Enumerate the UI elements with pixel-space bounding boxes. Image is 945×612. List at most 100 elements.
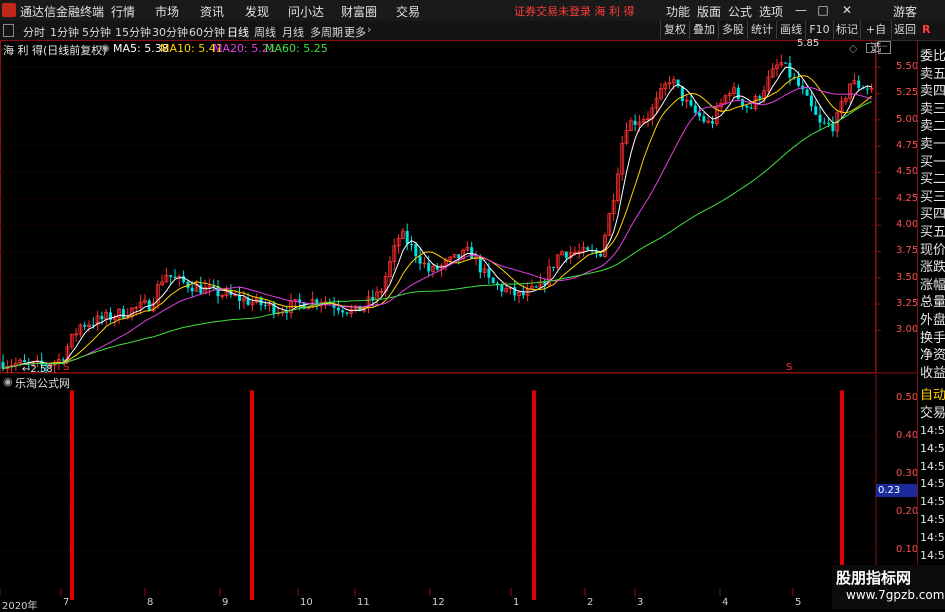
candle-body-down <box>857 80 861 88</box>
toolbar-f10-button[interactable]: F10 <box>805 21 833 39</box>
menu-item-options[interactable]: 选项 <box>759 3 783 20</box>
quote-field-label: 卖一 <box>920 137 945 152</box>
quote-field-label: 买三 <box>920 189 945 205</box>
menu-item-trade[interactable]: 交易 <box>396 3 420 20</box>
period-tab-weekly[interactable]: 周线 <box>254 24 276 40</box>
zoom-minus-icon[interactable]: − <box>878 41 891 54</box>
toolbar-add-favorite-button[interactable]: +自选 <box>860 21 891 54</box>
candle-body-down <box>736 87 740 99</box>
candle-body-down <box>814 106 818 115</box>
candle-body-down <box>83 324 87 327</box>
date-axis-tick: 4 <box>722 597 729 608</box>
menu-item-news[interactable]: 资讯 <box>200 3 224 20</box>
quote-field-label: 买一 <box>920 154 945 170</box>
menu-item-wealth[interactable]: 财富圈 <box>341 3 377 20</box>
period-tab-daily[interactable]: 日线 <box>227 24 249 40</box>
quote-field-label: 卖三 <box>920 101 945 117</box>
period-tab-multi[interactable]: 多周期 <box>310 24 343 40</box>
date-axis-tick: 5 <box>795 597 802 608</box>
candle-body-down <box>190 287 194 292</box>
toolbar-stats-button[interactable]: 统计 <box>747 21 776 39</box>
period-tab-1min[interactable]: 1分钟 <box>50 24 79 40</box>
toolbar-overlay-button[interactable]: 叠加 <box>689 21 718 39</box>
date-axis-tick: 7 <box>63 597 70 608</box>
price-axis-tick: 5.00 <box>896 113 919 125</box>
high-price-label: 5.85 <box>797 38 820 50</box>
minimize-icon[interactable]: — <box>792 2 810 18</box>
period-tab-intraday[interactable]: 分时 <box>23 24 45 40</box>
period-tab-60min[interactable]: 60分钟 <box>189 24 225 40</box>
trade-tab[interactable]: 交易 <box>920 402 945 421</box>
signal-marker-2: S <box>786 362 793 373</box>
toolbar-back-button[interactable]: 返回 <box>891 21 918 39</box>
period-tab-monthly[interactable]: 月线 <box>282 24 304 40</box>
indicator-axis-tick: 0.30 <box>896 468 919 479</box>
candle-body-down <box>500 285 504 292</box>
low-price-value: 2.58 <box>30 364 53 376</box>
candle-body-down <box>749 107 753 109</box>
period-tab-more[interactable]: 更多 <box>344 24 366 40</box>
quote-field-label: 买五 <box>920 225 945 240</box>
menu-item-functions[interactable]: 功能 <box>666 3 690 20</box>
date-axis-tick: 11 <box>357 597 370 608</box>
auto-trade-toggle[interactable]: 自动 <box>920 384 945 403</box>
close-icon[interactable]: ✕ <box>838 2 856 18</box>
signal-marker-1: S <box>63 362 70 373</box>
watermark-title: 股朋指标网 <box>836 569 912 587</box>
toolbar-adjust-button[interactable]: 复权 <box>660 21 689 39</box>
toolbar-multi-stock-button[interactable]: 多股 <box>718 21 747 39</box>
date-axis-tick: 12 <box>432 597 445 608</box>
price-axis-tick: 3.00 <box>896 324 919 336</box>
layout-icon[interactable] <box>3 24 14 37</box>
candle-body-down <box>121 309 125 318</box>
candle-body-down <box>478 256 482 273</box>
indicator-signal-bar <box>532 390 536 600</box>
candle-body-down <box>784 62 788 64</box>
price-chart[interactable] <box>0 40 917 609</box>
menu-item-ask[interactable]: 问小达 <box>288 3 324 20</box>
candle-body-down <box>1 362 5 369</box>
user-badge: R <box>922 23 931 36</box>
chevron-right-icon[interactable]: › <box>367 23 371 36</box>
settings-gear-icon[interactable]: ◉ <box>101 43 110 54</box>
candle-body-down <box>173 276 177 279</box>
candle-body-down <box>827 122 831 124</box>
candle-body-down <box>586 247 590 250</box>
menu-item-layout[interactable]: 版面 <box>697 3 721 20</box>
quote-field-label: 外盘 <box>920 313 945 328</box>
menu-item-discover[interactable]: 发现 <box>245 3 269 20</box>
toolbar-mark-button[interactable]: 标记 <box>833 21 860 39</box>
tick-time-label: 14:56 <box>920 530 945 544</box>
menu-item-market[interactable]: 市场 <box>155 3 179 20</box>
toolbar-draw-button[interactable]: 画线 <box>776 21 805 39</box>
candle-body-down <box>199 284 203 294</box>
ma5-line <box>2 66 872 370</box>
candle-body-down <box>470 247 474 259</box>
tick-time-label: 14:56 <box>920 459 945 473</box>
price-axis-tick: 5.25 <box>896 87 919 99</box>
period-tab-5min[interactable]: 5分钟 <box>82 24 111 40</box>
quote-field-label: 涨幅 <box>920 277 945 293</box>
indicator-signal-bar <box>70 390 74 600</box>
candle-body-down <box>23 360 26 362</box>
ma10-line <box>2 75 872 370</box>
period-tab-30min[interactable]: 30分钟 <box>152 24 188 40</box>
quote-field-label: 收益 <box>920 365 945 381</box>
quote-field-label: 卖五 <box>920 66 945 82</box>
candle-body-down <box>680 86 684 102</box>
quote-field-label: 涨跌 <box>920 260 945 276</box>
quote-field-label: 换手 <box>920 330 945 346</box>
maximize-icon[interactable]: □ <box>814 2 832 18</box>
date-axis-tick: 2020年 <box>2 601 38 612</box>
tick-time-label: 14:56 <box>920 495 945 509</box>
quote-field-label: 卖二 <box>920 119 945 135</box>
menu-item-quotes[interactable]: 行情 <box>111 3 135 20</box>
user-label[interactable]: 游客 <box>893 3 917 20</box>
panel-toggle-icon[interactable] <box>866 43 876 53</box>
period-tab-15min[interactable]: 15分钟 <box>115 24 151 40</box>
diamond-icon[interactable]: ◇ <box>849 42 857 55</box>
menu-item-formula[interactable]: 公式 <box>728 3 752 20</box>
tick-time-label: 14:56 <box>920 441 945 455</box>
candle-body-down <box>788 63 792 78</box>
indicator-settings-icon[interactable]: ◉ <box>3 375 13 388</box>
